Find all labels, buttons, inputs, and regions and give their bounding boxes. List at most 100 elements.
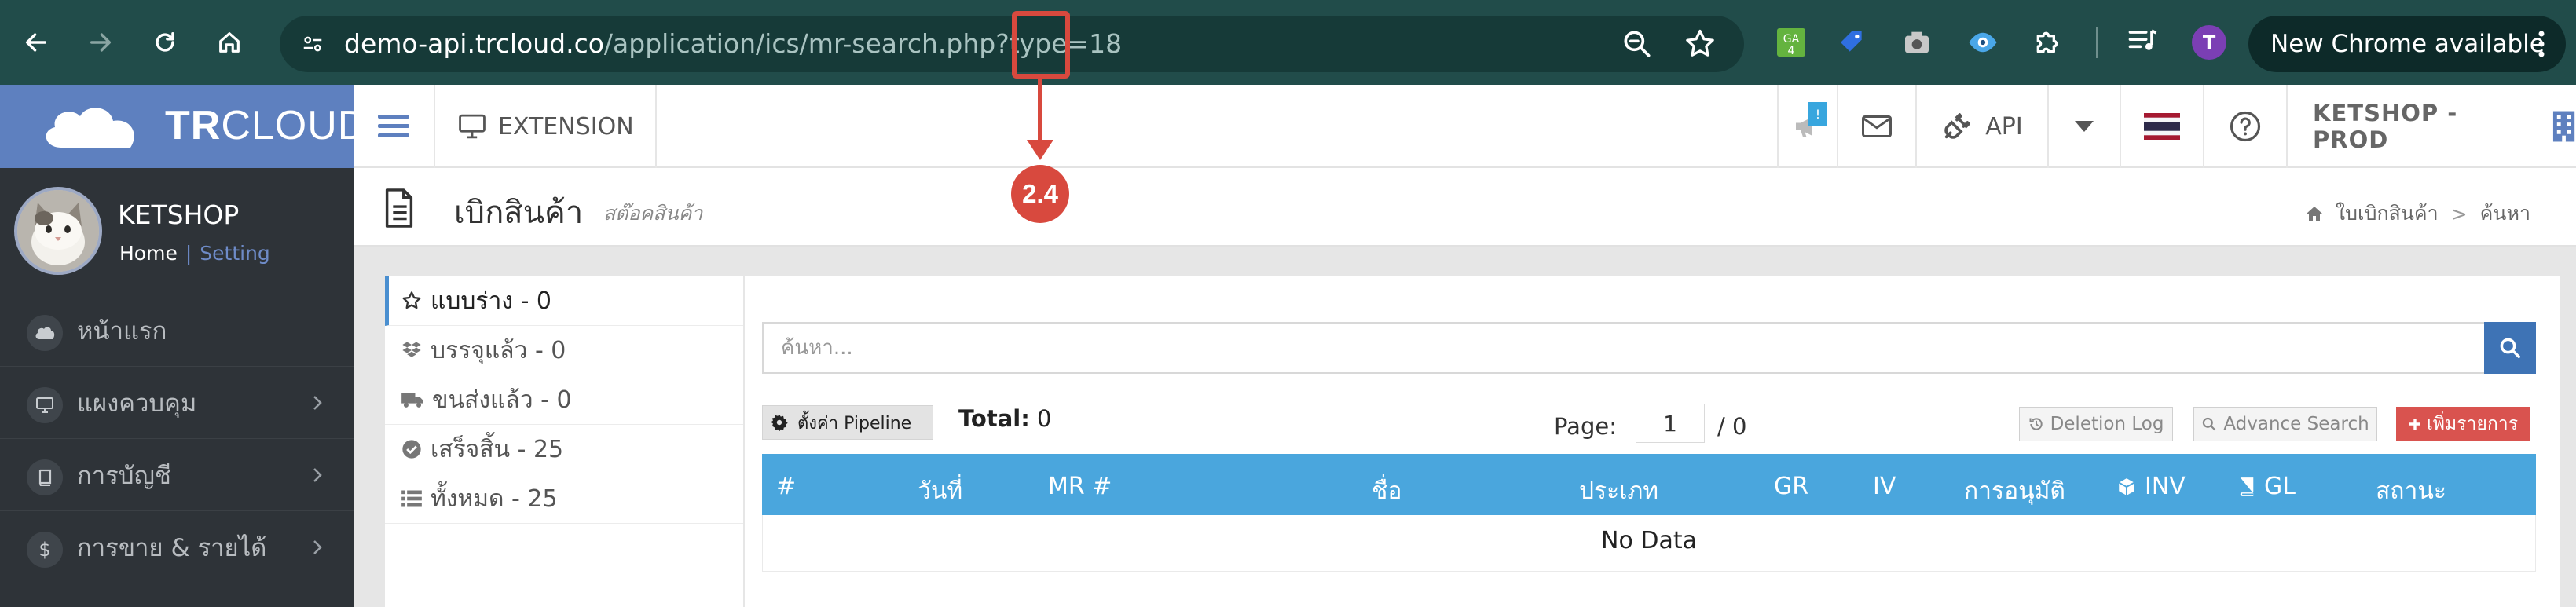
sidebar-item-label: การบัญชี <box>77 461 171 490</box>
new-chrome-available-button[interactable]: New Chrome available <box>2248 16 2566 72</box>
sidebar-item-home[interactable]: หน้าแรก <box>0 294 354 366</box>
column-header[interactable]: สถานะ <box>2376 473 2446 510</box>
truck-icon <box>401 393 423 408</box>
search-panel: แบบร่าง - 0 บรรจุแล้ว - 0 ขนส่งแล้ว - 0 … <box>385 276 2560 607</box>
status-label: แบบร่าง - 0 <box>431 287 552 315</box>
total-value: 0 <box>1037 405 1052 432</box>
advance-search-label: Advance Search <box>2223 414 2369 434</box>
extension-menu[interactable]: EXTENSION <box>437 85 657 168</box>
more-menu-icon <box>2538 31 2545 57</box>
avatar[interactable] <box>14 187 102 275</box>
status-item-draft[interactable]: แบบร่าง - 0 <box>385 276 743 326</box>
camera-icon[interactable] <box>1898 24 1936 61</box>
advance-search-button[interactable]: Advance Search <box>2193 407 2377 441</box>
logo[interactable]: TRCLOUD <box>0 85 367 168</box>
sidebar-item-sales[interactable]: $ การขาย & รายได้ <box>0 510 354 583</box>
dropbox-icon <box>402 342 421 357</box>
desktop-icon <box>459 114 486 139</box>
eye-icon[interactable] <box>1964 24 2002 61</box>
bookmark-star-icon[interactable] <box>1683 27 1717 61</box>
home-link[interactable]: Home <box>119 242 178 265</box>
cloud-icon <box>27 315 63 351</box>
column-header[interactable]: IV <box>1873 473 1896 500</box>
status-item-completed[interactable]: เสร็จสิ้น - 25 <box>385 425 743 474</box>
sidebar-item-label: การขาย & รายได้ <box>77 533 267 562</box>
menu-toggle-button[interactable] <box>354 85 435 168</box>
column-header-gl[interactable]: GL <box>2237 473 2296 500</box>
status-item-shipped[interactable]: ขนส่งแล้ว - 0 <box>385 375 743 425</box>
sidebar-item-dashboard[interactable]: แผงควบคุม <box>0 366 354 438</box>
api-label: API <box>1985 112 2023 141</box>
hamburger-icon <box>378 115 409 137</box>
sidebar-item-accounting[interactable]: การบัญชี <box>0 438 354 510</box>
forward-arrow-icon <box>90 33 112 52</box>
tag-icon[interactable] <box>1834 24 1871 61</box>
page-header: เบิกสินค้า สต๊อคสินค้า ใบเบิกสินค้า > ค้… <box>354 170 2576 247</box>
plus-icon <box>2409 419 2420 430</box>
zoom-icon[interactable] <box>1620 27 1654 61</box>
language-selector[interactable] <box>2120 85 2203 168</box>
link-separator: | <box>185 242 192 265</box>
home-button[interactable] <box>206 19 253 66</box>
page-title: เบิกสินค้า <box>454 195 584 231</box>
monitor-icon <box>27 387 63 423</box>
list-icon <box>401 490 422 507</box>
breadcrumb-item[interactable]: ใบเบิกสินค้า <box>2336 198 2439 229</box>
user-links: Home | Setting <box>119 242 270 265</box>
notifications-button[interactable] <box>1777 85 1837 168</box>
status-item-all[interactable]: ทั้งหมด - 25 <box>385 474 743 524</box>
column-header-inv[interactable]: INV <box>2116 473 2186 500</box>
pipeline-settings-button[interactable]: ตั้งค่า Pipeline <box>762 405 933 440</box>
page-number-input[interactable] <box>1636 404 1705 443</box>
envelope-icon <box>1862 115 1892 137</box>
page-total: / 0 <box>1717 413 1747 440</box>
search-icon <box>2500 338 2520 358</box>
annotation-arrow-icon <box>1027 140 1053 160</box>
media-controls-icon[interactable] <box>2126 24 2164 61</box>
puzzle-icon[interactable] <box>2028 24 2066 61</box>
back-arrow-icon <box>25 33 47 52</box>
caret-down-icon <box>2075 121 2094 132</box>
status-item-packed[interactable]: บรรจุแล้ว - 0 <box>385 326 743 375</box>
column-header[interactable]: MR # <box>1048 473 1112 500</box>
add-item-button[interactable]: เพิ่มรายการ <box>2396 407 2530 441</box>
cube-icon <box>2118 477 2135 495</box>
column-header[interactable]: วันที่ <box>918 473 962 510</box>
messages-button[interactable] <box>1837 85 1915 168</box>
column-header[interactable]: ชื่อ <box>1372 473 1402 510</box>
dropdown-toggle[interactable] <box>2047 85 2120 168</box>
search-icon <box>2203 417 2216 431</box>
company-selector[interactable]: KETSHOP - PROD <box>2286 85 2576 168</box>
annotation-connector <box>1038 79 1042 141</box>
site-settings-icon[interactable] <box>297 28 328 60</box>
svg-text:GA: GA <box>1783 33 1800 46</box>
add-item-label: เพิ่มรายการ <box>2426 414 2519 434</box>
history-icon <box>2029 418 2043 430</box>
cloud-logo-icon <box>46 108 134 148</box>
column-header-label: GL <box>2264 473 2296 500</box>
column-header[interactable]: # <box>776 473 796 500</box>
back-button[interactable] <box>13 19 60 66</box>
dollar-icon: $ <box>27 532 63 568</box>
status-filter-list: แบบร่าง - 0 บรรจุแล้ว - 0 ขนส่งแล้ว - 0 … <box>385 276 745 607</box>
setting-link[interactable]: Setting <box>200 242 270 265</box>
check-circle-icon <box>402 440 421 459</box>
logo-text: TRCLOUD <box>165 102 368 149</box>
document-icon <box>385 188 413 228</box>
pipeline-label: ตั้งค่า Pipeline <box>797 413 912 433</box>
deletion-log-button[interactable]: Deletion Log <box>2019 407 2173 441</box>
column-header[interactable]: ประเภท <box>1579 473 1658 510</box>
column-header[interactable]: GR <box>1774 473 1808 500</box>
column-header[interactable]: การอนุมัติ <box>1964 473 2065 510</box>
search-button[interactable] <box>2484 322 2536 374</box>
search-input[interactable] <box>762 322 2484 374</box>
profile-avatar[interactable]: T <box>2192 25 2226 60</box>
api-menu[interactable]: API <box>1915 85 2047 168</box>
home-icon <box>2306 207 2322 221</box>
reload-button[interactable] <box>141 19 189 66</box>
help-button[interactable] <box>2203 85 2286 168</box>
annotation-highlight-box <box>1012 11 1070 79</box>
forward-button[interactable] <box>77 19 124 66</box>
url-text[interactable]: demo-api.trcloud.co/application/ics/mr-s… <box>344 16 1122 72</box>
ga-icon[interactable]: GA 4 <box>1772 24 1810 61</box>
